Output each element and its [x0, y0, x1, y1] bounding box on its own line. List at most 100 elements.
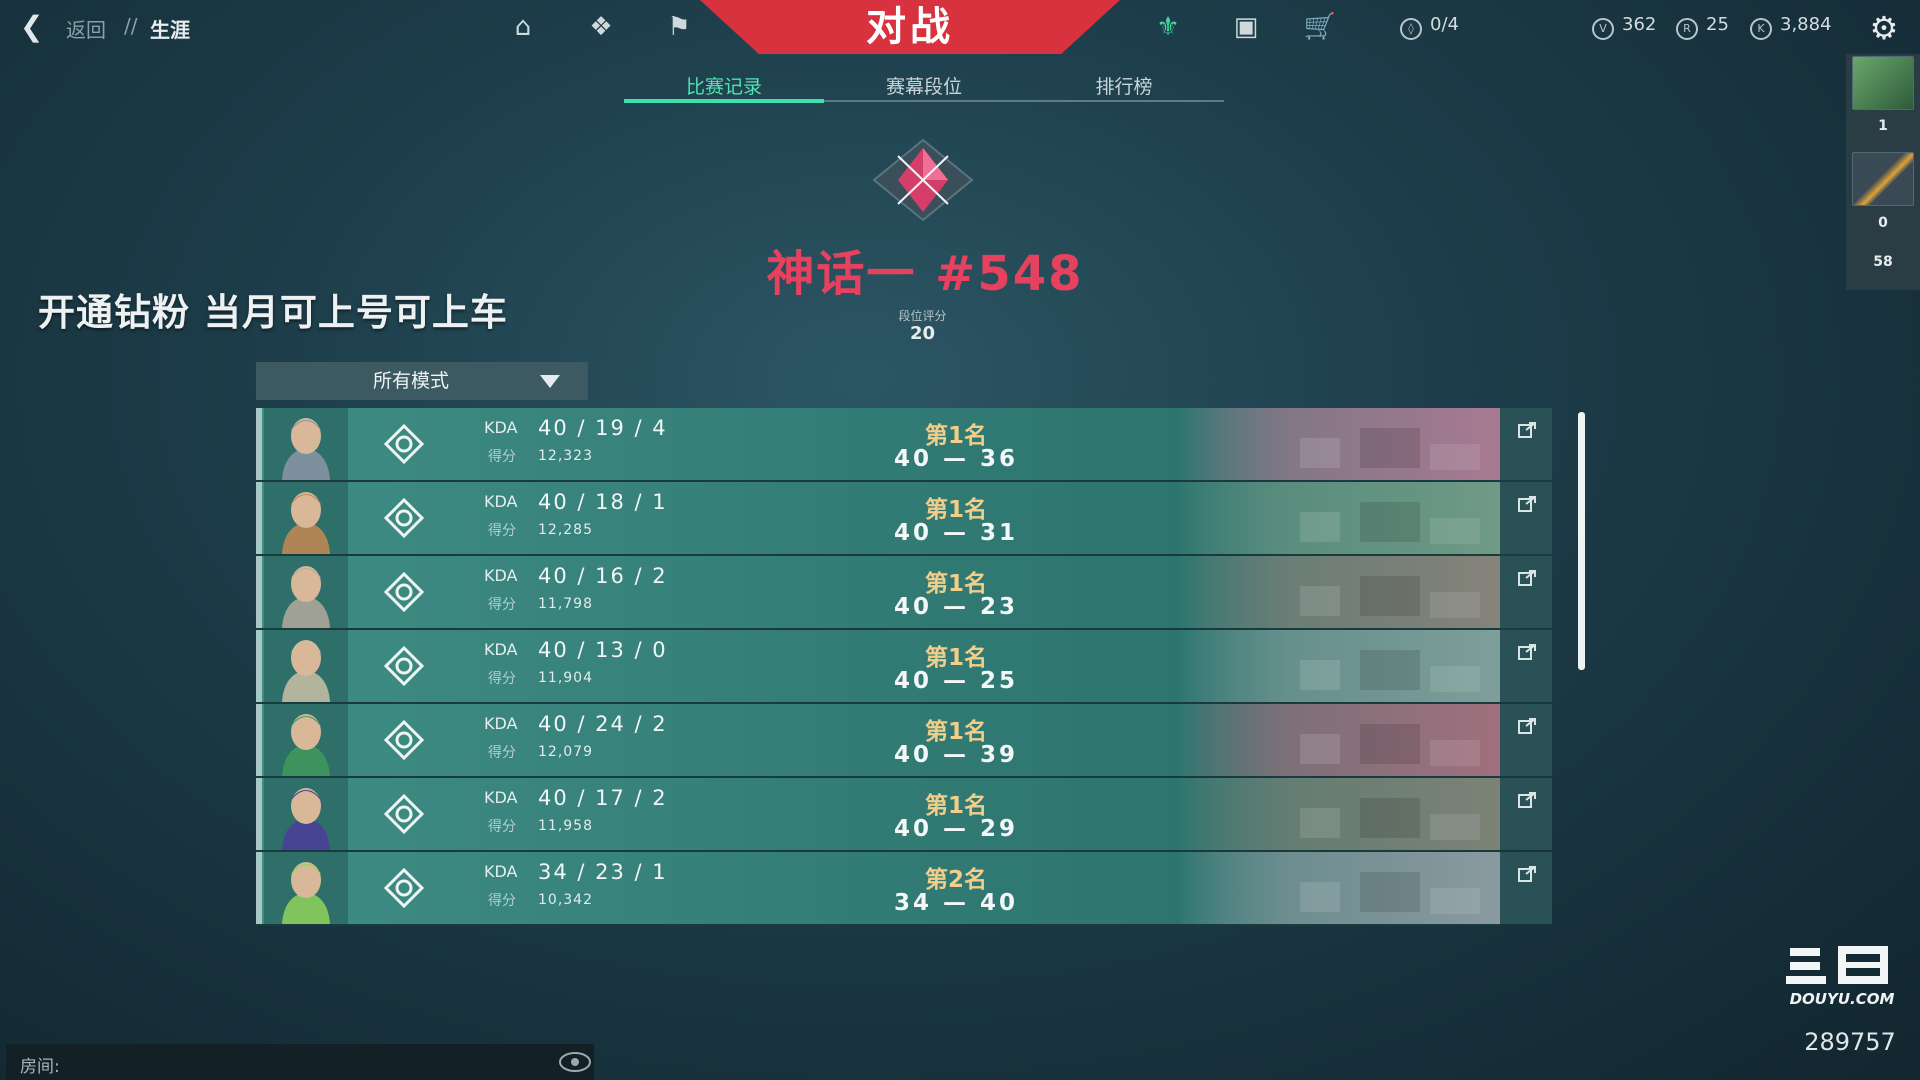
game-mode-icon: [384, 498, 424, 538]
game-mode-icon: [384, 794, 424, 834]
game-mode-icon: [384, 868, 424, 908]
kingdom-credits-icon: K: [1750, 18, 1772, 40]
collection-icon[interactable]: ▣: [1226, 10, 1266, 44]
rank-emblem-icon: [872, 138, 974, 222]
match-row[interactable]: KDA 得分 40 / 17 / 2 11,958 第1名 40 — 29: [256, 778, 1552, 852]
placement: 第1名: [924, 793, 987, 819]
match-row-accent: [256, 482, 262, 554]
share-button[interactable]: [1500, 778, 1552, 850]
room-label: 房间:: [20, 1057, 60, 1077]
eye-icon[interactable]: [558, 1050, 592, 1074]
map-thumbnail: [1180, 778, 1500, 850]
round-result: 40 — 29: [893, 816, 1019, 842]
back-arrow-icon[interactable]: ❮: [20, 10, 50, 44]
game-mode-icon: [384, 572, 424, 612]
map-thumbnail: [1180, 482, 1500, 554]
match-row[interactable]: KDA 得分 40 / 19 / 4 12,323 第1名 40 — 36: [256, 408, 1552, 482]
agent-portrait: [264, 630, 348, 702]
match-row-accent: [256, 778, 262, 850]
kda-value: 40 / 19 / 4: [538, 416, 668, 440]
back-link[interactable]: 返回: [66, 14, 106, 43]
share-button[interactable]: [1500, 704, 1552, 776]
rank-score: 20: [909, 323, 936, 344]
share-button[interactable]: [1500, 852, 1552, 924]
match-row-accent: [256, 556, 262, 628]
kda-value: 40 / 16 / 2: [538, 564, 668, 588]
friend-thumb[interactable]: [1852, 152, 1914, 206]
agents-icon[interactable]: ❖: [581, 10, 621, 44]
map-thumbnail: [1180, 852, 1500, 924]
kda-value: 40 / 24 / 2: [538, 712, 668, 736]
breadcrumb-current: 生涯: [150, 18, 190, 42]
score-value: 12,323: [538, 448, 593, 464]
watermark-site: DOUYU.COM: [1789, 990, 1895, 1008]
match-row[interactable]: KDA 得分 40 / 16 / 2 11,798 第1名 40 — 23: [256, 556, 1552, 630]
radianite-icon: R: [1676, 18, 1698, 40]
round-result: 40 — 31: [893, 520, 1019, 546]
radianite-counter[interactable]: R 25: [1676, 14, 1729, 40]
agent-portrait: [264, 704, 348, 776]
battlepass-icon[interactable]: ⚜: [1148, 10, 1188, 44]
round-result: 40 — 23: [893, 594, 1019, 620]
match-row-accent: [256, 704, 262, 776]
score-label: 得分: [488, 671, 516, 687]
match-row-accent: [256, 408, 262, 480]
match-row[interactable]: KDA 得分 40 / 18 / 1 12,285 第1名 40 — 31: [256, 482, 1552, 556]
share-icon: [1518, 496, 1536, 512]
missions-counter[interactable]: ◊ 0/4: [1400, 14, 1459, 40]
share-button[interactable]: [1500, 630, 1552, 702]
vp-icon: V: [1592, 18, 1614, 40]
score-label: 得分: [488, 449, 516, 465]
chevron-down-icon[interactable]: [540, 375, 560, 388]
tab-leaderboard[interactable]: 排行榜: [1024, 72, 1224, 99]
share-button[interactable]: [1500, 482, 1552, 554]
placement: 第1名: [924, 719, 987, 745]
score-value: 11,958: [538, 818, 593, 834]
rank-name: 神话一 #548: [766, 246, 1084, 302]
map-thumbnail: [1180, 408, 1500, 480]
game-mode-icon: [384, 424, 424, 464]
score-value: 12,079: [538, 744, 593, 760]
kda-label: KDA: [484, 788, 518, 807]
kda-label: KDA: [484, 566, 518, 585]
room-bar[interactable]: [6, 1044, 594, 1080]
share-icon: [1518, 792, 1536, 808]
match-row[interactable]: KDA 得分 34 / 23 / 1 10,342 第2名 34 — 40: [256, 852, 1552, 926]
match-row[interactable]: KDA 得分 40 / 24 / 2 12,079 第1名 40 — 39: [256, 704, 1552, 778]
kda-label: KDA: [484, 714, 518, 733]
placement: 第1名: [924, 497, 987, 523]
kda-label: KDA: [484, 492, 518, 511]
kingdom-credits-counter[interactable]: K 3,884: [1750, 14, 1832, 40]
map-thumbnail: [1180, 704, 1500, 776]
share-icon: [1518, 644, 1536, 660]
career-icon[interactable]: ⚑: [659, 10, 699, 44]
score-label: 得分: [488, 819, 516, 835]
player-card-thumb[interactable]: [1852, 56, 1914, 110]
match-list-scrollbar[interactable]: [1578, 412, 1585, 670]
mode-filter-label: 所有模式: [372, 370, 449, 392]
tab-active-indicator: [624, 99, 824, 103]
score-value: 10,342: [538, 892, 593, 908]
settings-gear-icon[interactable]: ⚙: [1864, 8, 1904, 48]
store-cart-icon[interactable]: 🛒: [1300, 10, 1340, 44]
home-icon[interactable]: ⌂: [503, 10, 543, 44]
game-mode-icon: [384, 720, 424, 760]
watermark-number: 289757: [1804, 1028, 1896, 1056]
share-icon: [1518, 866, 1536, 882]
round-result: 34 — 40: [893, 890, 1019, 916]
round-result: 40 — 36: [893, 446, 1019, 472]
placement: 第1名: [924, 645, 987, 671]
sidebar-value-2: 0: [1878, 215, 1888, 231]
tab-act-rank[interactable]: 赛幕段位: [824, 72, 1024, 99]
round-result: 40 — 39: [893, 742, 1019, 768]
kda-label: KDA: [484, 640, 518, 659]
agent-portrait: [264, 778, 348, 850]
vp-counter[interactable]: V 362: [1592, 14, 1656, 40]
share-button[interactable]: [1500, 408, 1552, 480]
row-divider: [256, 924, 1500, 926]
share-button[interactable]: [1500, 556, 1552, 628]
agent-portrait: [264, 556, 348, 628]
tab-match-history[interactable]: 比赛记录: [624, 72, 824, 99]
match-row[interactable]: KDA 得分 40 / 13 / 0 11,904 第1名 40 — 25: [256, 630, 1552, 704]
kda-value: 40 / 18 / 1: [538, 490, 668, 514]
